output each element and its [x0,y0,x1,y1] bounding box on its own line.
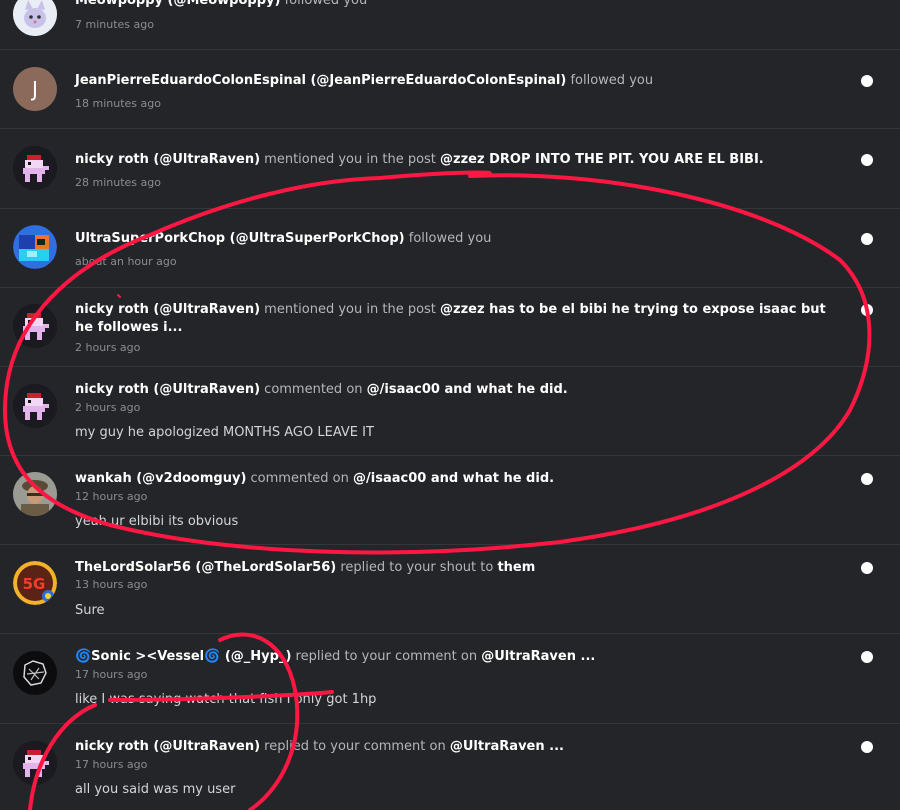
shout-link[interactable]: them [497,560,535,575]
notification-text[interactable]: Meowpoppy (@Meowpoppy) followed you [75,0,845,10]
unread-dot [861,651,873,663]
comment-preview[interactable]: my guy he apologized MONTHS AGO LEAVE IT [75,425,374,440]
unread-dot [861,562,873,574]
notification-item[interactable]: nicky roth (@UltraRaven) mentioned you i… [0,129,900,209]
actor-name[interactable]: nicky roth (@UltraRaven) [75,739,260,754]
pixel-raven-avatar-icon[interactable] [13,146,57,190]
sg-badge-avatar-icon[interactable]: 5G [13,561,57,605]
reply-preview[interactable]: Sure [75,603,105,618]
unread-dot [861,473,873,485]
pixel-raven-avatar-icon[interactable] [13,384,57,428]
actor-name[interactable]: Meowpoppy (@Meowpoppy) [75,0,280,8]
notification-text[interactable]: TheLordSolar56 (@TheLordSolar56) replied… [75,559,845,577]
notification-item[interactable]: 🌀Sonic ><Vessel🌀 (@_Hyp_) replied to you… [0,634,900,724]
notification-item[interactable]: Meowpoppy (@Meowpoppy) followed you 7 mi… [0,0,900,50]
notification-item[interactable]: wankah (@v2doomguy) commented on @/isaac… [0,456,900,545]
unread-dot [861,75,873,87]
unread-dot [861,154,873,166]
pixel-raven-avatar-icon[interactable] [13,304,57,348]
notification-item[interactable]: UltraSuperPorkChop (@UltraSuperPorkChop)… [0,209,900,288]
notification-text[interactable]: 🌀Sonic ><Vessel🌀 (@_Hyp_) replied to you… [75,648,845,666]
sketch-avatar-icon[interactable] [13,651,57,695]
avatar-letter: J [30,77,38,101]
notification-text[interactable]: JeanPierreEduardoColonEspinal (@JeanPier… [75,72,845,90]
svg-text:5G: 5G [23,575,46,593]
actor-name[interactable]: nicky roth (@UltraRaven) [75,152,260,167]
notification-time: 28 minutes ago [75,176,161,189]
notification-time: 2 hours ago [75,401,141,414]
notification-action: replied to your comment on [295,649,478,664]
notification-item[interactable]: nicky roth (@UltraRaven) mentioned you i… [0,288,900,367]
actor-name[interactable]: TheLordSolar56 (@TheLordSolar56) [75,560,336,575]
actor-name[interactable]: JeanPierreEduardoColonEspinal (@JeanPier… [75,73,566,88]
actor-name[interactable]: nicky roth (@UltraRaven) [75,382,260,397]
notification-action: replied to your shout to [340,560,494,575]
notification-item[interactable]: nicky roth (@UltraRaven) commented on @/… [0,367,900,456]
notification-time: 12 hours ago [75,490,148,503]
notification-action: followed you [570,73,654,88]
notification-text[interactable]: nicky roth (@UltraRaven) replied to your… [75,738,845,756]
unread-dot [861,304,873,316]
reply-preview[interactable]: all you said was my user [75,782,235,797]
unread-dot [861,741,873,753]
notification-item[interactable]: 5G TheLordSolar56 (@TheLordSolar56) repl… [0,545,900,634]
comment-link[interactable]: @UltraRaven ... [450,739,564,754]
post-link[interactable]: @/isaac00 and what he did. [367,382,568,397]
pixel-block-avatar-icon[interactable] [13,225,57,269]
actor-name[interactable]: 🌀Sonic ><Vessel🌀 (@_Hyp_) [75,649,291,664]
notification-time: 13 hours ago [75,578,148,591]
actor-name[interactable]: wankah (@v2doomguy) [75,471,246,486]
comment-link[interactable]: @UltraRaven ... [481,649,595,664]
notification-time: 2 hours ago [75,341,141,354]
post-link[interactable]: @zzez DROP INTO THE PIT. YOU ARE EL BIBI… [440,152,764,167]
notification-time: about an hour ago [75,255,177,268]
notification-action: followed you [284,0,368,8]
reply-preview[interactable]: like I was saying watch that fish I only… [75,692,376,707]
notification-text[interactable]: nicky roth (@UltraRaven) commented on @/… [75,381,845,399]
actor-name[interactable]: UltraSuperPorkChop (@UltraSuperPorkChop) [75,231,405,246]
notification-text[interactable]: UltraSuperPorkChop (@UltraSuperPorkChop)… [75,230,845,248]
actor-name[interactable]: nicky roth (@UltraRaven) [75,302,260,317]
notification-action: commented on [264,382,363,397]
notification-item[interactable]: J JeanPierreEduardoColonEspinal (@JeanPi… [0,50,900,129]
notification-text[interactable]: nicky roth (@UltraRaven) mentioned you i… [75,151,845,169]
kitten-avatar-icon[interactable] [13,0,57,36]
notification-action: replied to your comment on [264,739,446,754]
comment-preview[interactable]: yeah ur elbibi its obvious [75,514,238,529]
pixel-raven-avatar-icon[interactable] [13,741,57,785]
notification-text[interactable]: wankah (@v2doomguy) commented on @/isaac… [75,470,845,488]
unread-dot [861,233,873,245]
notification-action: mentioned you in the post [264,152,436,167]
notification-text[interactable]: nicky roth (@UltraRaven) mentioned you i… [75,301,835,337]
post-link[interactable]: @/isaac00 and what he did. [353,471,554,486]
notification-action: followed you [408,231,492,246]
notification-time: 17 hours ago [75,668,148,681]
notification-action: commented on [250,471,349,486]
notification-time: 17 hours ago [75,758,148,771]
notification-time: 7 minutes ago [75,18,154,31]
letter-j-avatar-icon[interactable]: J [13,67,57,111]
notification-item[interactable]: nicky roth (@UltraRaven) replied to your… [0,724,900,810]
soldier-avatar-icon[interactable] [13,472,57,516]
notification-action: mentioned you in the post [264,302,436,317]
notification-time: 18 minutes ago [75,97,161,110]
